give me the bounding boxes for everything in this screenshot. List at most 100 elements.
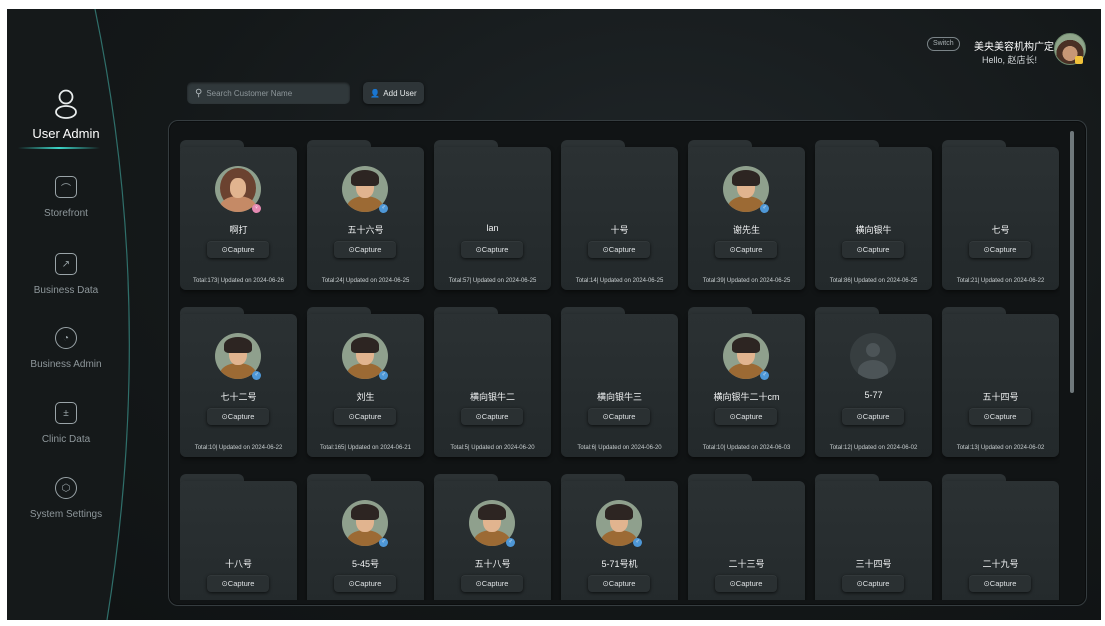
customer-card[interactable]: 三十四号 ⊙Capture <box>815 474 932 600</box>
card-body: ♂ 刘生 ⊙Capture Total:165| Updated on 2024-06… <box>307 314 424 457</box>
capture-label: Capture <box>354 579 382 588</box>
sidebar-item-business-admin[interactable]: ◔ Business Admin <box>7 327 125 370</box>
capture-button[interactable]: ⊙Capture <box>969 575 1031 592</box>
male-badge-icon: ♂ <box>252 371 261 380</box>
customer-name: 三十四号 <box>855 559 892 569</box>
capture-button[interactable]: ⊙Capture <box>334 575 396 592</box>
card-meta: Total:6| Updated on 2024-06-20 <box>577 445 662 451</box>
card-meta: Total:14| Updated on 2024-06-25 <box>575 278 664 284</box>
scrollbar[interactable] <box>1070 131 1074 393</box>
customer-card[interactable]: 二十九号 ⊙Capture <box>942 474 1059 600</box>
capture-button[interactable]: ⊙Capture <box>588 241 650 258</box>
sidebar-item-label: Business Admin <box>30 359 102 370</box>
customer-card[interactable]: 5-77 ⊙Capture Total:12| Updated on 2024-06… <box>815 307 932 457</box>
sidebar-item-system-settings[interactable]: ⬡ System Settings <box>7 477 125 520</box>
customer-name: 啊打 <box>229 225 248 235</box>
card-body: ♂ 5-71号机 ⊙Capture <box>561 481 678 600</box>
card-body: 5-77 ⊙Capture Total:12| Updated on 2024-06… <box>815 314 932 457</box>
card-body: ♀ 啊打 ⊙Capture Total:173| Updated on 2024-06… <box>180 147 297 290</box>
sidebar-item-business-data[interactable]: ↗ Business Data <box>7 253 125 296</box>
card-body: ♂ 谢先生 ⊙Capture Total:39| Updated on 2024-06… <box>688 147 805 290</box>
customer-name: 横向银牛 <box>855 225 892 235</box>
sidebar-item-user-admin[interactable]: User Admin <box>7 88 125 141</box>
customer-card[interactable]: ♂ 刘生 ⊙Capture Total:165| Updated on 2024-06… <box>307 307 424 457</box>
customer-name: 二十三号 <box>728 559 765 569</box>
customer-card[interactable]: ♂ 七十二号 ⊙Capture Total:10| Updated on 2024-0… <box>180 307 297 457</box>
capture-button[interactable]: ⊙Capture <box>715 575 777 592</box>
capture-label: Capture <box>862 412 890 421</box>
capture-button[interactable]: ⊙Capture <box>207 408 269 425</box>
customer-card[interactable]: ♂ 横向银牛二十cm ⊙Capture Total:10| Updated on 20… <box>688 307 805 457</box>
customer-name: 5-45号 <box>351 559 379 569</box>
search-input[interactable] <box>206 88 337 98</box>
card-body: ♂ 五十六号 ⊙Capture Total:24| Updated on 2024-0… <box>307 147 424 290</box>
card-body: 五十四号 ⊙Capture Total:13| Updated on 2024-06… <box>942 314 1059 457</box>
customer-card[interactable]: 五十四号 ⊙Capture Total:13| Updated on 2024-06… <box>942 307 1059 457</box>
card-body: 二十三号 ⊙Capture <box>688 481 805 600</box>
customer-name: 5-71号机 <box>601 559 638 569</box>
customer-card[interactable]: 七号 ⊙Capture Total:21| Updated on 2024-06-2… <box>942 140 1059 290</box>
customer-name: 谢先生 <box>732 225 760 235</box>
capture-button[interactable]: ⊙Capture <box>588 575 650 592</box>
customer-card[interactable]: ♂ 五十六号 ⊙Capture Total:24| Updated on 2024-0… <box>307 140 424 290</box>
add-user-label: Add User <box>383 88 417 98</box>
customer-card[interactable]: ♂ 五十八号 ⊙Capture <box>434 474 551 600</box>
capture-button[interactable]: ⊙Capture <box>461 408 523 425</box>
capture-button[interactable]: ⊙Capture <box>842 575 904 592</box>
customer-name: 十号 <box>610 225 629 235</box>
pie-chart-icon: ◔ <box>55 327 77 349</box>
sidebar-item-storefront[interactable]: ⌒ Storefront <box>7 176 125 219</box>
card-body: 二十九号 ⊙Capture <box>942 481 1059 600</box>
sidebar-item-clinic-data[interactable]: ± Clinic Data <box>7 402 125 445</box>
card-meta: Total:24| Updated on 2024-06-25 <box>321 278 410 284</box>
card-meta: Total:173| Updated on 2024-06-26 <box>193 278 284 284</box>
customer-card[interactable]: 二十三号 ⊙Capture <box>688 474 805 600</box>
capture-button[interactable]: ⊙Capture <box>588 408 650 425</box>
capture-button[interactable]: ⊙Capture <box>461 241 523 258</box>
add-user-button[interactable]: 👤 Add User <box>363 82 424 104</box>
capture-label: Capture <box>481 245 509 254</box>
capture-button[interactable]: ⊙Capture <box>461 575 523 592</box>
capture-button[interactable]: ⊙Capture <box>207 575 269 592</box>
card-body: 十号 ⊙Capture Total:14| Updated on 2024-06-2… <box>561 147 678 290</box>
customer-card[interactable]: ♂ 谢先生 ⊙Capture Total:39| Updated on 2024-06… <box>688 140 805 290</box>
customer-name: 横向银牛二 <box>469 392 515 402</box>
card-meta: Total:86| Updated on 2024-06-25 <box>829 278 918 284</box>
capture-label: Capture <box>354 412 382 421</box>
customer-card[interactable]: 横向银牛二 ⊙Capture Total:5| Updated on 2024-06… <box>434 307 551 457</box>
capture-button[interactable]: ⊙Capture <box>334 241 396 258</box>
customer-card[interactable]: ♀ 啊打 ⊙Capture Total:173| Updated on 2024-06… <box>180 140 297 290</box>
customer-card[interactable]: 横向银牛三 ⊙Capture Total:6| Updated on 2024-06… <box>561 307 678 457</box>
capture-button[interactable]: ⊙Capture <box>715 241 777 258</box>
card-body: 十八号 ⊙Capture <box>180 481 297 600</box>
capture-button[interactable]: ⊙Capture <box>207 241 269 258</box>
customer-card[interactable]: ♂ 5-45号 ⊙Capture <box>307 474 424 600</box>
male-badge-icon: ♂ <box>633 538 642 547</box>
capture-button[interactable]: ⊙Capture <box>842 241 904 258</box>
customer-name: 横向银牛二十cm <box>713 392 780 402</box>
capture-button[interactable]: ⊙Capture <box>969 241 1031 258</box>
capture-button[interactable]: ⊙Capture <box>969 408 1031 425</box>
search-icon: ⚲ <box>195 87 203 99</box>
customer-name: 五十六号 <box>347 225 384 235</box>
capture-label: Capture <box>608 245 636 254</box>
capture-button[interactable]: ⊙Capture <box>334 408 396 425</box>
card-body: 横向银牛 ⊙Capture Total:86| Updated on 2024-06… <box>815 147 932 290</box>
switch-store-button[interactable]: Switch <box>927 37 960 51</box>
capture-button[interactable]: ⊙Capture <box>715 408 777 425</box>
card-meta: Total:12| Updated on 2024-06-02 <box>829 445 918 451</box>
customer-card[interactable]: 横向银牛 ⊙Capture Total:86| Updated on 2024-06… <box>815 140 932 290</box>
card-meta: Total:165| Updated on 2024-06-21 <box>320 445 411 451</box>
customer-name: 横向银牛三 <box>596 392 642 402</box>
customer-name: 刘生 <box>356 392 375 402</box>
male-badge-icon: ♂ <box>760 371 769 380</box>
capture-button[interactable]: ⊙Capture <box>842 408 904 425</box>
customer-card[interactable]: lan ⊙Capture Total:57| Updated on 2024-06-… <box>434 140 551 290</box>
customer-name: 五十四号 <box>982 392 1019 402</box>
customer-card[interactable]: ♂ 5-71号机 ⊙Capture <box>561 474 678 600</box>
customer-card[interactable]: 十八号 ⊙Capture <box>180 474 297 600</box>
capture-label: Capture <box>227 412 255 421</box>
customer-card[interactable]: 十号 ⊙Capture Total:14| Updated on 2024-06-2… <box>561 140 678 290</box>
female-badge-icon: ♀ <box>252 204 261 213</box>
search-bar[interactable]: ⚲ <box>187 82 350 104</box>
